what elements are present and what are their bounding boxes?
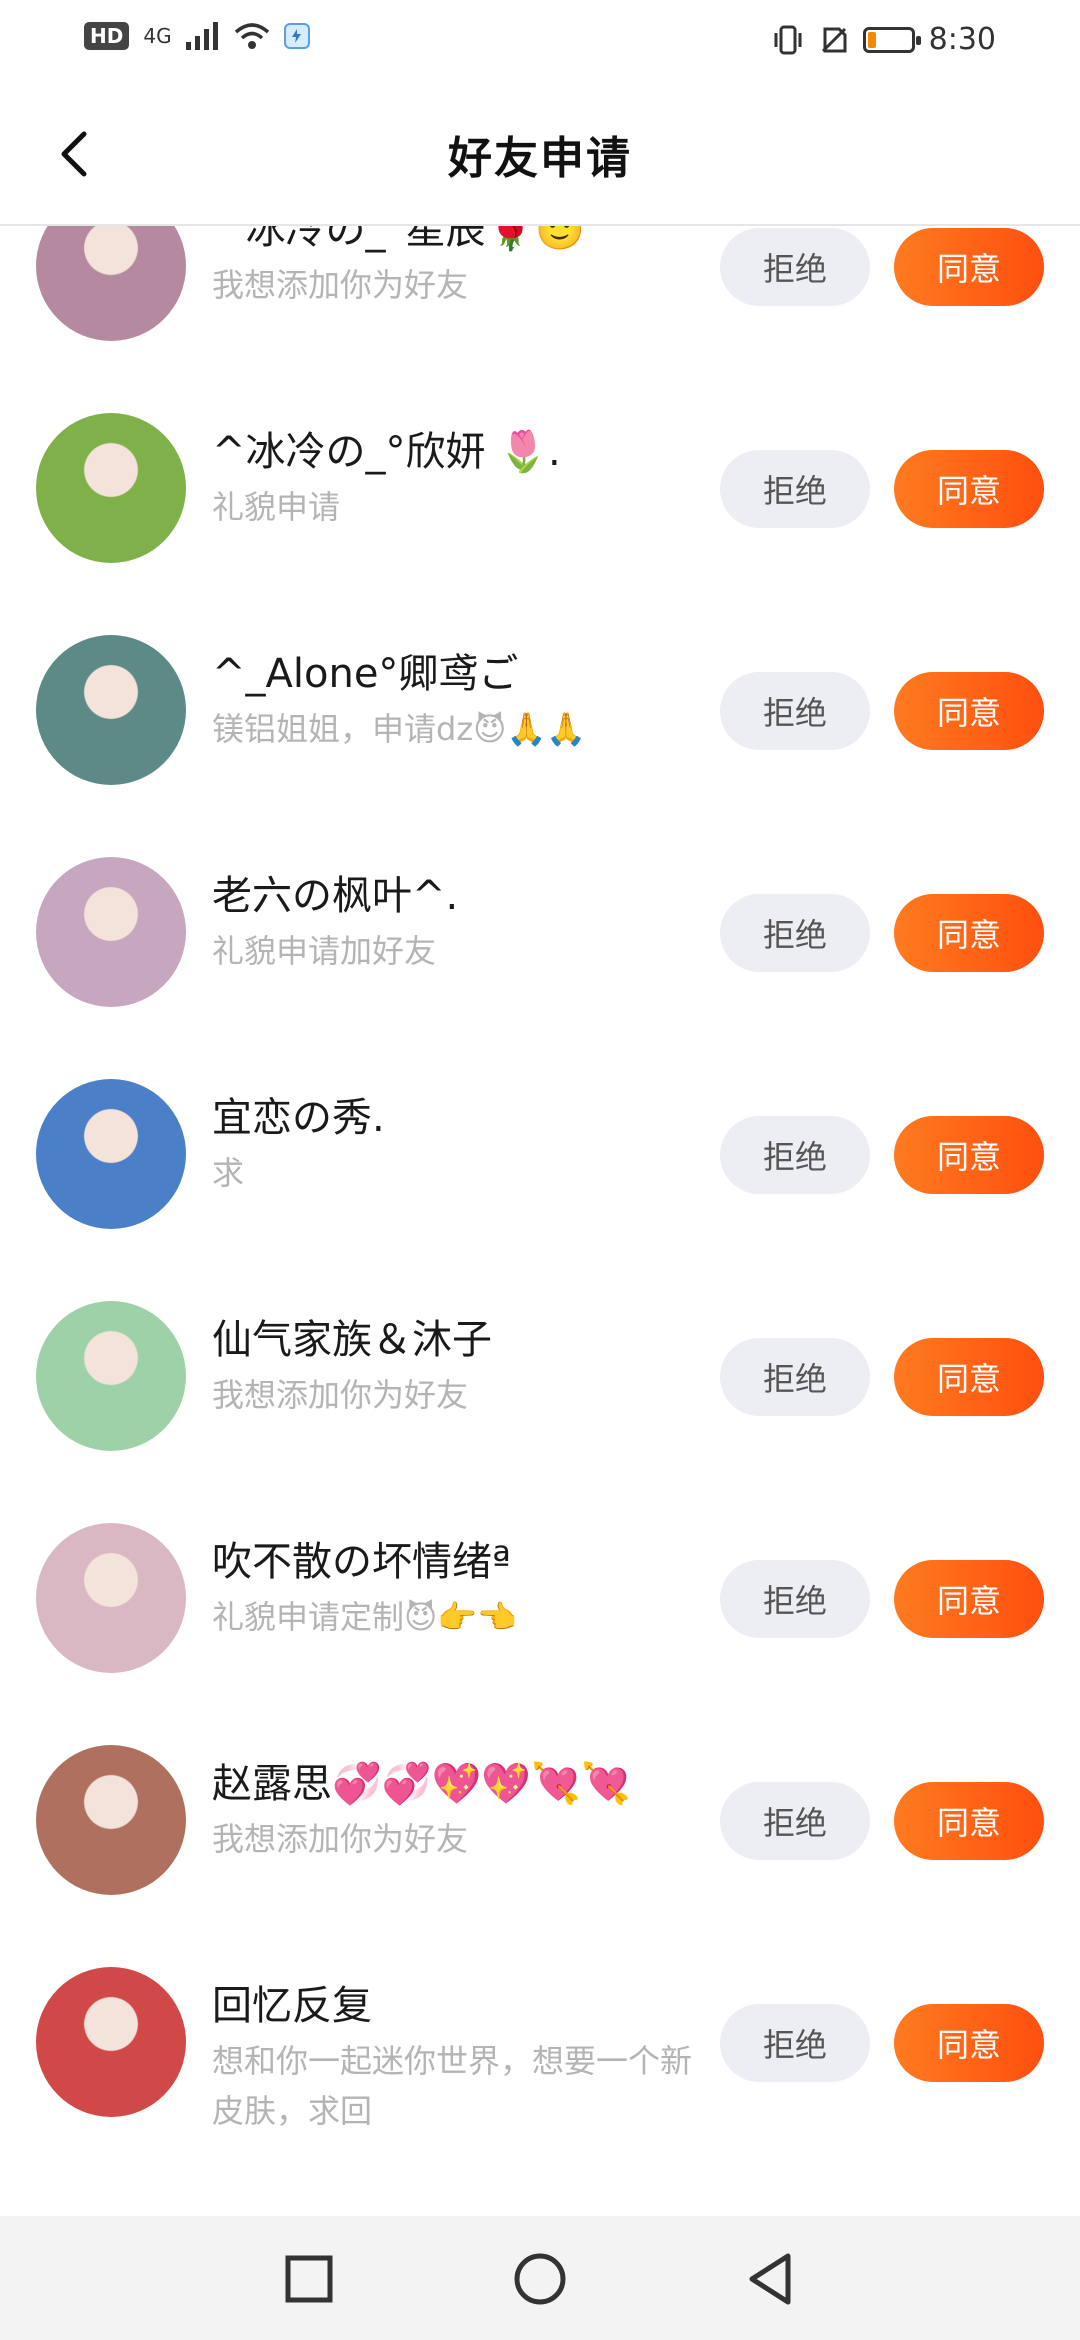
friend-request-row: ^冰冷の_°星辰🌹🙂 我想添加你为好友 拒绝 同意 <box>0 224 1080 344</box>
friend-request-row: 赵露思💞💞💖💖💘💘 我想添加你为好友 拒绝 同意 <box>0 1676 1080 1898</box>
avatar[interactable] <box>36 1967 186 2117</box>
reject-button[interactable]: 拒绝 <box>720 894 870 972</box>
reject-button[interactable]: 拒绝 <box>720 1782 870 1860</box>
circle-home-icon[interactable] <box>505 2244 575 2314</box>
wifi-icon <box>234 23 269 49</box>
request-message: 想和你一起迷你世界，想要一个新皮肤，求回 <box>212 2042 693 2130</box>
battery-level <box>867 31 876 48</box>
request-message: 我想添加你为好友 <box>212 1376 469 1414</box>
friend-request-row: 宜恋の秀. 求 拒绝 同意 <box>0 1010 1080 1232</box>
reject-button[interactable]: 拒绝 <box>720 672 870 750</box>
avatar[interactable] <box>36 857 186 1007</box>
requester-name: 宜恋の秀. <box>212 1095 385 1141</box>
request-message: 我想添加你为好友 <box>212 266 469 304</box>
requester-name: 回忆反复 <box>212 1983 372 2029</box>
avatar[interactable] <box>36 224 186 341</box>
agree-button[interactable]: 同意 <box>894 1338 1044 1416</box>
square-icon[interactable] <box>274 2244 344 2314</box>
reject-button[interactable]: 拒绝 <box>720 1116 870 1194</box>
system-navigation-bar <box>0 2216 1080 2340</box>
reject-button[interactable]: 拒绝 <box>720 450 870 528</box>
reject-button[interactable]: 拒绝 <box>720 2004 870 2082</box>
requester-name: 老六の枫叶^. <box>212 873 459 919</box>
hd-badge: HD <box>84 22 130 50</box>
friend-request-row: ^冰冷の_°欣妍 🌷. 礼貌申请 拒绝 同意 <box>0 344 1080 566</box>
triangle-back-icon[interactable] <box>736 2244 806 2314</box>
reject-button[interactable]: 拒绝 <box>720 228 870 306</box>
avatar[interactable] <box>36 1079 186 1229</box>
request-message: 礼貌申请定制😈👉👈 <box>212 1598 518 1636</box>
requester-name: ^冰冷の_°欣妍 🌷. <box>212 429 561 475</box>
vibrate-icon <box>774 25 802 54</box>
avatar[interactable] <box>36 413 186 563</box>
requester-name: ^冰冷の_°星辰🌹🙂 <box>212 224 586 253</box>
agree-button[interactable]: 同意 <box>894 450 1044 528</box>
agree-button[interactable]: 同意 <box>894 894 1044 972</box>
friend-request-row: 老六の枫叶^. 礼貌申请加好友 拒绝 同意 <box>0 788 1080 1010</box>
requester-name: 吹不散の坏情绪ª <box>212 1539 511 1585</box>
agree-button[interactable]: 同意 <box>894 1560 1044 1638</box>
reject-button[interactable]: 拒绝 <box>720 1338 870 1416</box>
status-bar: HD 4G 8:30 <box>0 0 1080 84</box>
avatar[interactable] <box>36 1301 186 1451</box>
friend-request-row: 仙气家族＆沐子我想添加你为好友 拒绝 同意 <box>0 1232 1080 1454</box>
request-message: 礼貌申请 <box>212 488 341 526</box>
friend-request-list[interactable]: ^冰冷の_°星辰🌹🙂 我想添加你为好友 拒绝 同意 ^冰冷の_°欣妍 🌷. 礼貌申请 拒绝同… <box>0 224 1080 2224</box>
agree-button[interactable]: 同意 <box>894 1782 1044 1860</box>
agree-button[interactable]: 同意 <box>894 228 1044 306</box>
avatar[interactable] <box>36 1745 186 1895</box>
reject-button[interactable]: 拒绝 <box>720 1560 870 1638</box>
clock: 8:30 <box>928 22 996 57</box>
network-label: 4G <box>143 24 172 48</box>
agree-button[interactable]: 同意 <box>894 2004 1044 2082</box>
battery-icon <box>862 26 921 53</box>
requester-name: 赵露思💞💞💖💖💘💘 <box>212 1761 631 1807</box>
status-right: 8:30 <box>771 22 996 57</box>
avatar[interactable] <box>36 1523 186 1673</box>
request-message: 我想添加你为好友 <box>212 1820 469 1858</box>
page-title: 好友申请 <box>448 133 632 184</box>
request-message: 求 <box>212 1154 245 1192</box>
friend-request-row: ^_Alone°卿鸢ご镁铝姐姐，申请dz😈🙏🙏 拒绝 同意 <box>0 566 1080 788</box>
avatar[interactable] <box>36 635 186 785</box>
signal-icon <box>185 22 218 50</box>
friend-request-row: 回忆反复想和你一起迷你世界，想要一个新皮肤，求回 拒绝 同意 <box>0 1898 1080 2130</box>
request-message: 镁铝姐姐，申请dz😈🙏🙏 <box>212 710 587 748</box>
friend-request-row: 吹不散の坏情绪ª 礼貌申请定制😈👉👈 拒绝 同意 <box>0 1454 1080 1676</box>
notification-app-icon <box>283 23 310 49</box>
agree-button[interactable]: 同意 <box>894 672 1044 750</box>
no-sim-icon <box>821 27 847 52</box>
request-message: 礼貌申请加好友 <box>212 932 437 970</box>
status-left: HD 4G <box>84 22 310 50</box>
top-bar: 好友申请 <box>0 84 1080 226</box>
agree-button[interactable]: 同意 <box>894 1116 1044 1194</box>
requester-name: ^_Alone°卿鸢ご <box>212 651 519 697</box>
requester-name: 仙气家族＆沐子 <box>212 1317 492 1363</box>
